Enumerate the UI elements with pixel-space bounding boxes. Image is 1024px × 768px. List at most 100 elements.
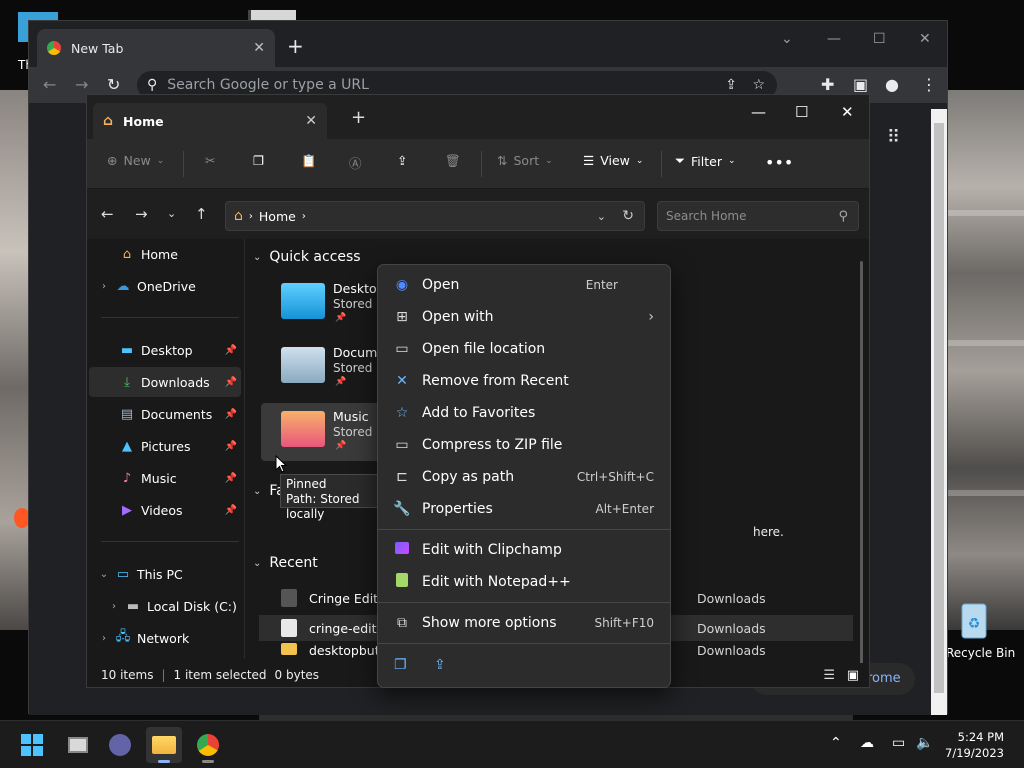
- onedrive-offline-icon[interactable]: ☁: [860, 735, 874, 751]
- cloud-icon: ☁: [116, 278, 130, 294]
- view-button[interactable]: ☰ View ⌄: [583, 153, 643, 168]
- nav-item-onedrive[interactable]: › ☁ OneDrive: [89, 271, 241, 301]
- menu-item-open-file-location[interactable]: ▭ Open file location: [382, 334, 668, 364]
- network-icon[interactable]: ▭: [892, 735, 905, 751]
- nav-item-videos[interactable]: ▶ Videos 📌: [89, 495, 241, 525]
- chevron-right-icon[interactable]: ›: [97, 633, 111, 644]
- reload-icon[interactable]: ↻: [107, 75, 120, 94]
- nav-item-music[interactable]: ♪ Music 📌: [89, 463, 241, 493]
- menu-item-remove-from-recent[interactable]: ✕ Remove from Recent: [382, 366, 668, 396]
- recent-locations-chevron-icon[interactable]: ⌄: [167, 207, 176, 220]
- up-arrow-icon[interactable]: ↑: [195, 205, 208, 223]
- tooltip: Pinned Path: Stored locally: [280, 474, 392, 521]
- chrome-taskbar-button[interactable]: [190, 727, 226, 763]
- new-button[interactable]: ⊕ New ⌄: [107, 153, 164, 168]
- file-location: Downloads: [697, 590, 766, 606]
- share-icon[interactable]: ⇪: [434, 657, 446, 673]
- copy-button[interactable]: ❐: [253, 153, 264, 168]
- clock[interactable]: 5:24 PM 7/19/2023: [945, 729, 1004, 761]
- close-icon[interactable]: ✕: [253, 40, 265, 56]
- bookmark-star-icon[interactable]: ☆: [752, 77, 765, 93]
- close-window-icon[interactable]: ✕: [841, 103, 854, 121]
- nav-item-pictures[interactable]: ▲ Pictures 📌: [89, 431, 241, 461]
- minimize-icon[interactable]: —: [827, 31, 841, 47]
- menu-item-properties[interactable]: 🔧 Properties Alt+Enter: [382, 494, 668, 524]
- refresh-icon[interactable]: ↻: [622, 208, 634, 224]
- nav-item-home[interactable]: ⌂ Home: [89, 239, 241, 269]
- music-folder-icon: [281, 411, 325, 447]
- delete-button[interactable]: 🗑: [445, 153, 461, 169]
- forward-arrow-icon[interactable]: →: [75, 75, 88, 94]
- menu-item-open[interactable]: ◉ Open Enter: [382, 270, 668, 300]
- teams-chat-button[interactable]: [102, 727, 138, 763]
- search-icon: ⚲: [147, 77, 158, 93]
- address-dropdown-icon[interactable]: ⌄: [597, 210, 606, 223]
- explorer-tab-home[interactable]: ⌂ Home ✕: [93, 103, 327, 139]
- back-arrow-icon[interactable]: ←: [101, 205, 114, 223]
- new-tab-button[interactable]: +: [351, 107, 366, 128]
- file-explorer-taskbar-button[interactable]: [146, 727, 182, 763]
- explorer-scrollbar[interactable]: [860, 261, 863, 671]
- quick-access-desktop[interactable]: Desktop Stored locally 📌: [261, 275, 415, 333]
- recycle-bin-icon[interactable]: ♻: [956, 598, 992, 640]
- chevron-down-icon[interactable]: ⌄: [97, 569, 111, 580]
- nav-item-local-disk[interactable]: › ▬ Local Disk (C:): [89, 591, 241, 621]
- maximize-icon[interactable]: ☐: [873, 31, 886, 47]
- menu-item-copy-as-path[interactable]: ⊏ Copy as path Ctrl+Shift+C: [382, 462, 668, 492]
- share-icon[interactable]: ⇪: [725, 77, 737, 93]
- profile-avatar-icon[interactable]: ●: [885, 75, 899, 94]
- menu-item-add-to-favorites[interactable]: ☆ Add to Favorites: [382, 398, 668, 428]
- sort-button[interactable]: ⇅ Sort ⌄: [497, 153, 553, 168]
- back-arrow-icon[interactable]: ←: [43, 75, 56, 94]
- forward-arrow-icon[interactable]: →: [135, 205, 148, 223]
- quick-access-documents[interactable]: Documents Stored locally 📌: [261, 339, 415, 397]
- kebab-menu-icon[interactable]: ⋮: [921, 75, 937, 94]
- menu-item-edit-clipchamp[interactable]: Edit with Clipchamp: [382, 535, 668, 565]
- minimize-icon[interactable]: —: [751, 103, 766, 121]
- quick-access-music[interactable]: Music Stored locally 📌: [261, 403, 415, 461]
- chrome-scrollbar[interactable]: [931, 109, 947, 715]
- rename-button[interactable]: Ⓐ: [349, 153, 362, 172]
- close-icon[interactable]: ✕: [305, 113, 317, 129]
- new-tab-button[interactable]: +: [287, 34, 304, 58]
- chevron-right-icon[interactable]: ›: [97, 281, 111, 292]
- apps-grid-icon[interactable]: ⠿: [887, 127, 900, 148]
- tiles-view-icon[interactable]: ▣: [847, 668, 859, 683]
- chevron-up-icon[interactable]: ⌃: [830, 735, 842, 751]
- chrome-tab-new-tab[interactable]: New Tab ✕: [37, 29, 275, 67]
- search-input[interactable]: Search Home ⚲: [657, 201, 859, 231]
- breadcrumb-home[interactable]: Home: [259, 209, 296, 224]
- task-view-button[interactable]: [60, 727, 96, 763]
- nav-item-this-pc[interactable]: ⌄ ▭ This PC: [89, 559, 241, 589]
- nav-item-documents[interactable]: ▤ Documents 📌: [89, 399, 241, 429]
- paste-button[interactable]: 📋: [301, 153, 317, 169]
- filter-button[interactable]: ⏷ Filter ⌄: [675, 153, 736, 169]
- recent-header[interactable]: ⌄ Recent: [253, 555, 318, 571]
- extensions-puzzle-icon[interactable]: ✚: [821, 75, 834, 94]
- chevron-down-icon[interactable]: ⌄: [781, 31, 793, 47]
- chevron-right-icon: ›: [648, 309, 654, 325]
- address-bar[interactable]: ⌂ › Home › ⌄ ↻: [225, 201, 645, 231]
- volume-icon[interactable]: 🔈: [916, 735, 933, 751]
- menu-item-compress-zip[interactable]: ▭ Compress to ZIP file: [382, 430, 668, 460]
- menu-item-show-more-options[interactable]: ⧉ Show more options Shift+F10: [382, 608, 668, 638]
- documents-folder-icon: [281, 347, 325, 383]
- scissors-icon: ✂: [205, 153, 216, 168]
- chevron-right-icon[interactable]: ›: [107, 601, 121, 612]
- quick-access-header[interactable]: ⌄ Quick access: [253, 249, 361, 265]
- menu-label: Remove from Recent: [422, 373, 569, 389]
- details-view-icon[interactable]: ☰: [823, 668, 835, 683]
- menu-item-open-with[interactable]: ⊞ Open with ›: [382, 302, 668, 332]
- menu-item-edit-notepadpp[interactable]: Edit with Notepad++: [382, 567, 668, 597]
- cut-button[interactable]: ✂: [205, 153, 215, 168]
- maximize-icon[interactable]: ☐: [795, 103, 808, 121]
- nav-item-downloads[interactable]: ⤓ Downloads 📌: [89, 367, 241, 397]
- nav-item-desktop[interactable]: ▬ Desktop 📌: [89, 335, 241, 365]
- more-options-button[interactable]: •••: [765, 153, 793, 172]
- close-window-icon[interactable]: ✕: [919, 31, 931, 47]
- start-button[interactable]: [14, 727, 50, 763]
- copy-icon[interactable]: ❐: [394, 657, 407, 673]
- share-button[interactable]: ⇪: [397, 153, 407, 168]
- nav-item-network[interactable]: › 🖧 Network: [89, 623, 241, 653]
- side-panel-icon[interactable]: ▣: [853, 75, 868, 94]
